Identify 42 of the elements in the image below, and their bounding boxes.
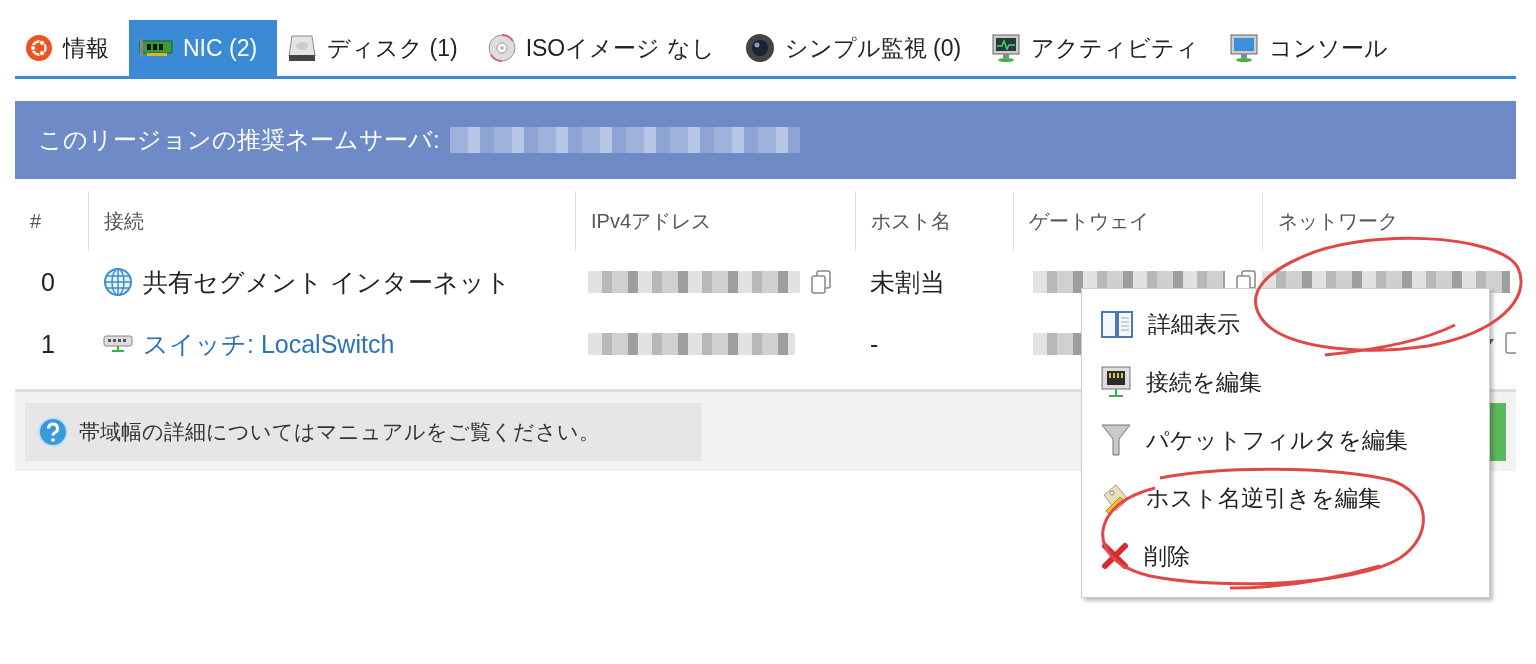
network-card-icon xyxy=(139,37,173,59)
menu-item[interactable]: 接続を編集 xyxy=(1082,353,1489,411)
help-text: 帯域幅の詳細についてはマニュアルをご覧ください。 xyxy=(79,418,600,445)
help-icon xyxy=(37,415,69,448)
column-header: ネットワーク xyxy=(1262,191,1516,251)
ubuntu-logo-icon xyxy=(25,34,53,62)
row-number: 1 xyxy=(41,329,55,359)
row-number: 0 xyxy=(41,267,55,297)
open-book-icon xyxy=(1100,308,1134,340)
tab[interactable]: NIC (2) xyxy=(129,20,278,76)
monitor-icon xyxy=(1229,33,1260,63)
copy-icon[interactable] xyxy=(1504,331,1516,357)
banner-text: このリージョンの推奨ネームサーバ: xyxy=(38,125,440,155)
tab[interactable]: ディスク (1) xyxy=(277,20,478,76)
tab[interactable]: 情報 xyxy=(15,20,129,76)
network-switch-icon xyxy=(103,333,133,355)
switch-link[interactable]: スイッチ: LocalSwitch xyxy=(143,327,395,361)
tab[interactable]: シンプル監視 (0) xyxy=(734,20,982,76)
column-header: ゲートウェイ xyxy=(1013,191,1262,251)
monitor-graph-icon xyxy=(991,33,1022,63)
menu-item[interactable]: 詳細表示 xyxy=(1082,295,1489,353)
tab[interactable]: ISOイメージ なし xyxy=(477,20,735,76)
hostname: - xyxy=(870,329,879,359)
column-header: ホスト名 xyxy=(855,191,1013,251)
column-header: # xyxy=(29,208,43,234)
menu-item[interactable]: 削除 xyxy=(1082,527,1489,585)
network-port-icon xyxy=(1100,365,1132,399)
hard-drive-icon xyxy=(287,33,318,63)
globe-icon xyxy=(103,267,133,297)
copy-icon[interactable] xyxy=(810,269,832,295)
column-header: 接続 xyxy=(88,191,575,251)
menu-item[interactable]: パケットフィルタを編集 xyxy=(1082,411,1489,469)
camera-lens-icon xyxy=(744,33,775,63)
tab[interactable]: コンソール xyxy=(1219,20,1409,76)
cd-icon xyxy=(487,34,516,62)
funnel-icon xyxy=(1100,422,1132,458)
connection-name: 共有セグメント インターネット xyxy=(143,266,511,298)
tab[interactable]: アクティビティ xyxy=(981,20,1220,76)
hostname: 未割当 xyxy=(870,266,945,298)
menu-item[interactable]: ホスト名逆引きを編集 xyxy=(1082,469,1489,527)
delete-icon xyxy=(1100,541,1130,571)
column-header: IPv4アドレス xyxy=(575,191,855,251)
